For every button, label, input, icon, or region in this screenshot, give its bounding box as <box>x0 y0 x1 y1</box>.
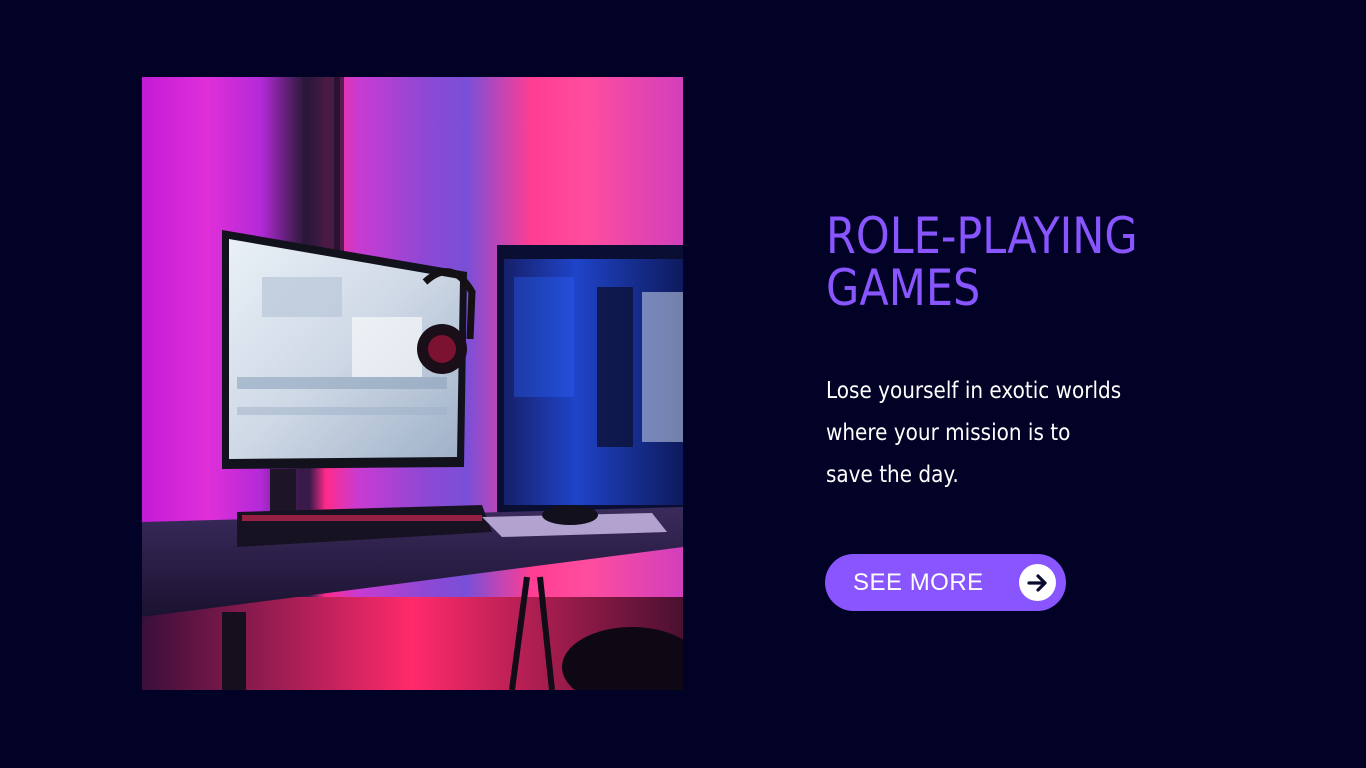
hero-content: ROLE-PLAYING GAMES Lose yourself in exot… <box>826 210 1246 496</box>
arrow-right-icon <box>1019 564 1056 601</box>
hero-title: ROLE-PLAYING GAMES <box>826 207 1138 317</box>
hero-description: Lose yourself in exotic worlds where you… <box>826 378 1122 488</box>
see-more-label: SEE MORE <box>853 568 984 596</box>
gaming-setup-photo <box>142 77 683 690</box>
see-more-button[interactable]: SEE MORE <box>825 554 1066 611</box>
slide: ROLE-PLAYING GAMES Lose yourself in exot… <box>0 0 1366 768</box>
